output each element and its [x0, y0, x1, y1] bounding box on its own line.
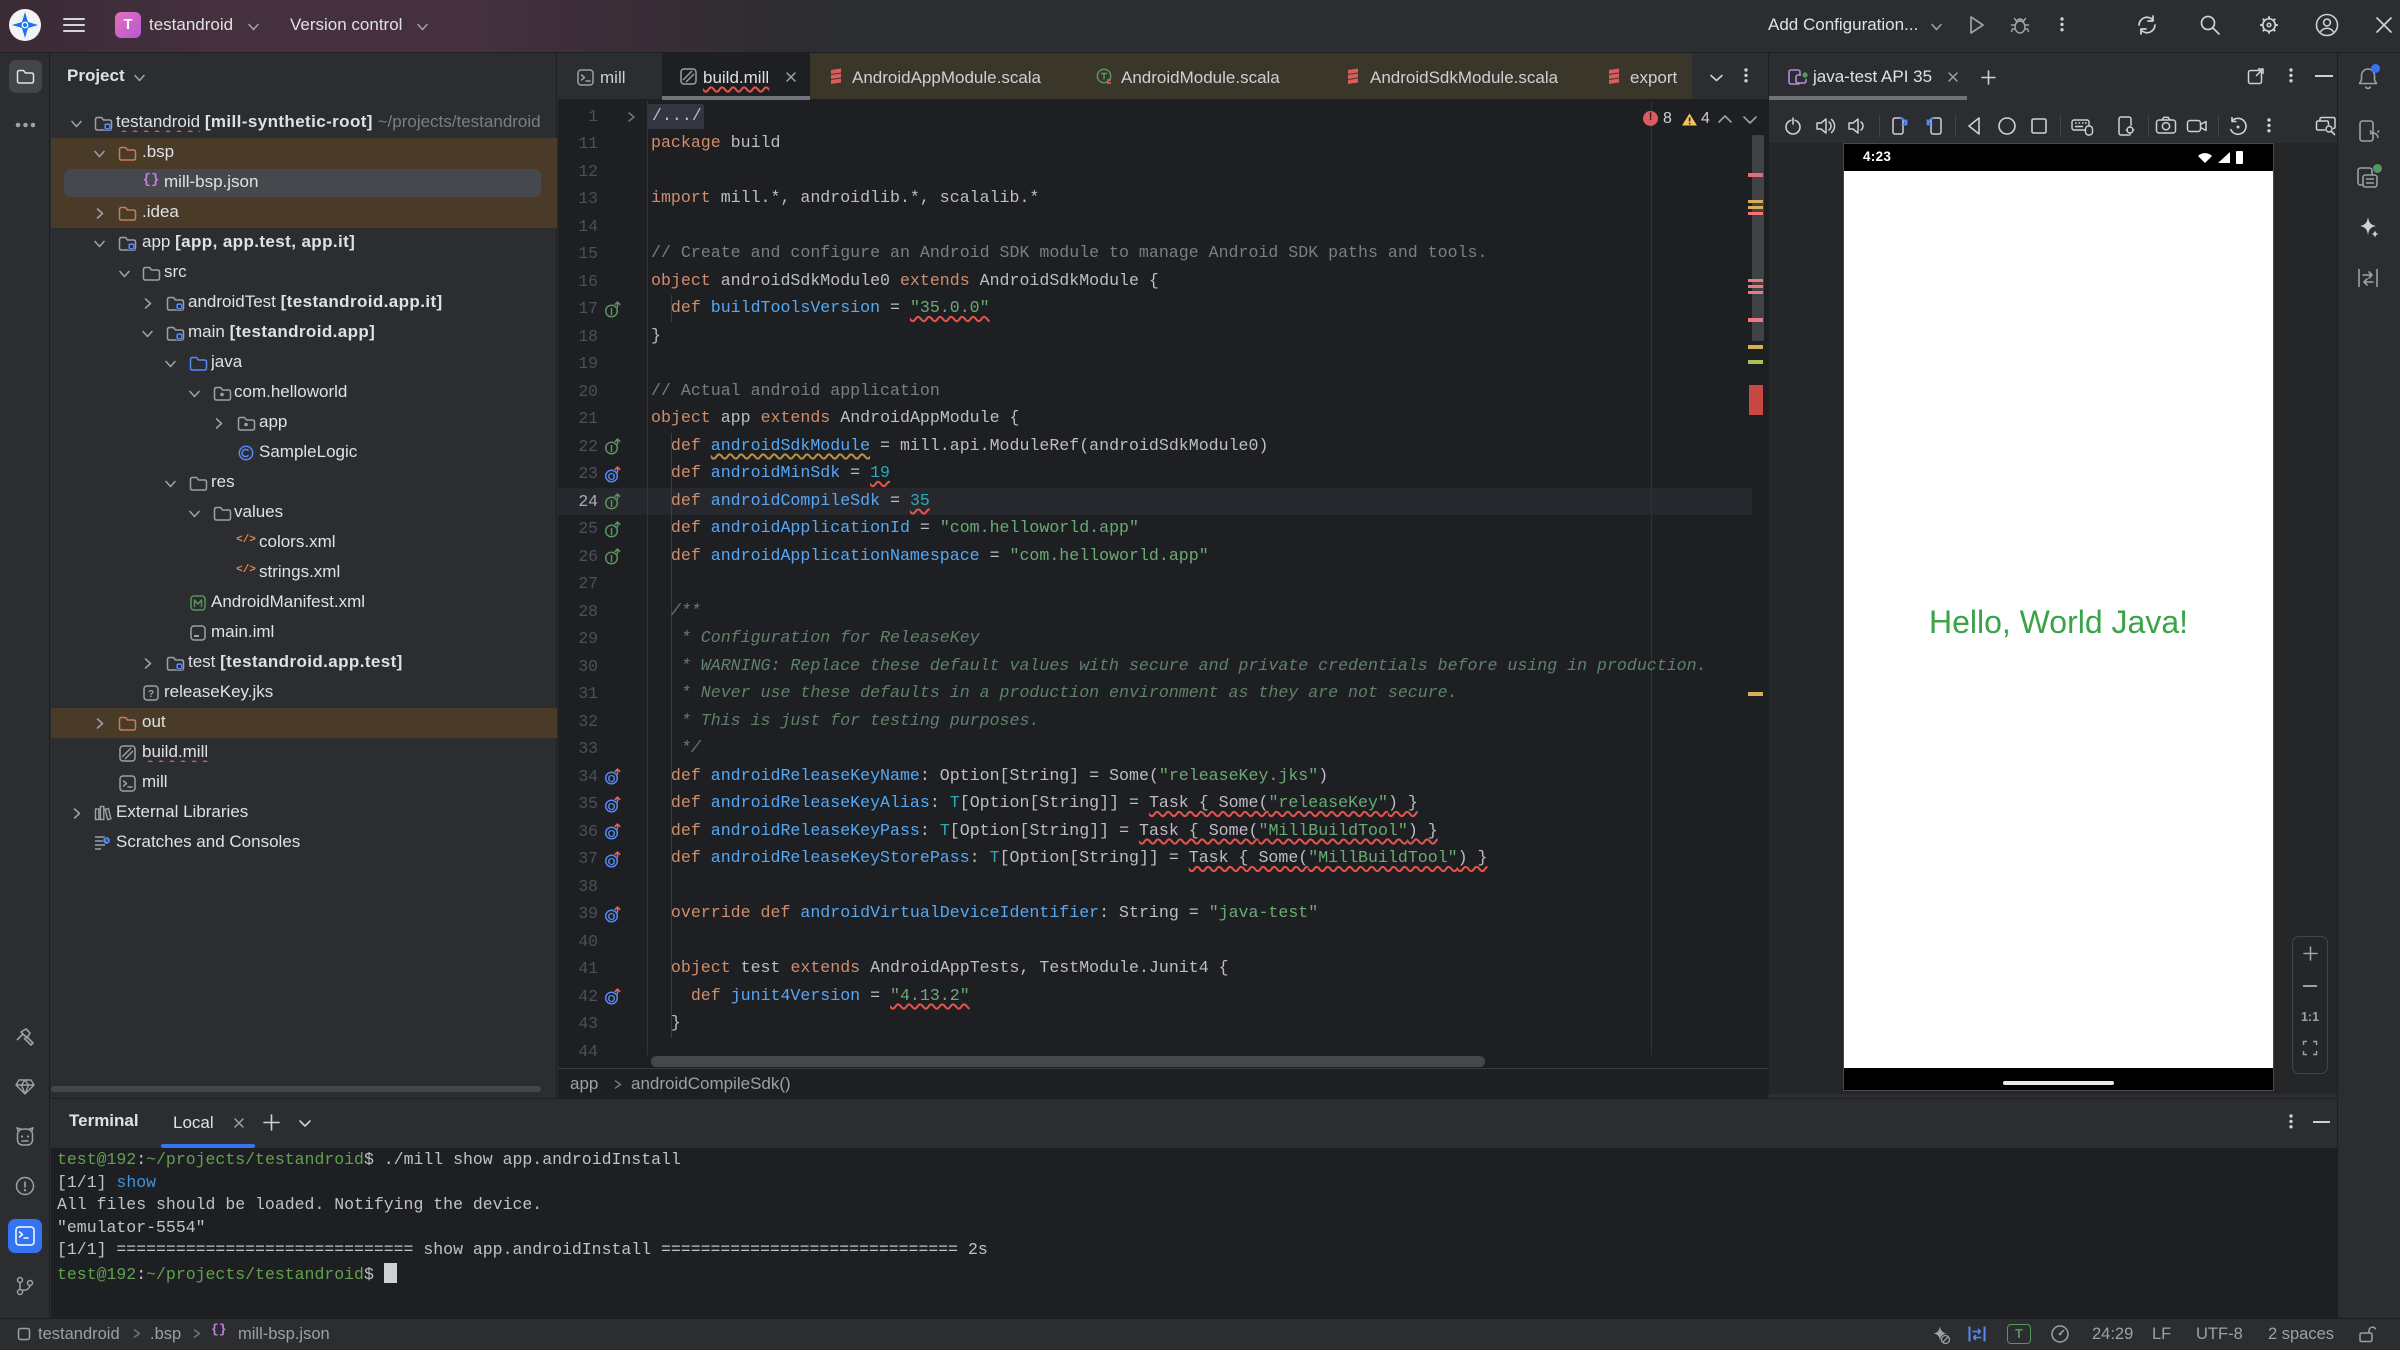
svg-text:I: I	[610, 527, 613, 538]
svg-text:O: O	[608, 774, 616, 785]
svg-text:I: I	[610, 444, 613, 455]
svg-text:O: O	[608, 857, 616, 868]
svg-text:I: I	[610, 307, 613, 318]
svg-text:O: O	[608, 994, 616, 1005]
svg-text:O: O	[608, 829, 616, 840]
svg-text:I: I	[610, 499, 613, 510]
svg-text:?: ?	[148, 689, 154, 700]
svg-text:I: I	[610, 554, 613, 565]
svg-text:O: O	[608, 802, 616, 813]
svg-text:O: O	[608, 472, 616, 483]
svg-text:O: O	[608, 912, 616, 923]
